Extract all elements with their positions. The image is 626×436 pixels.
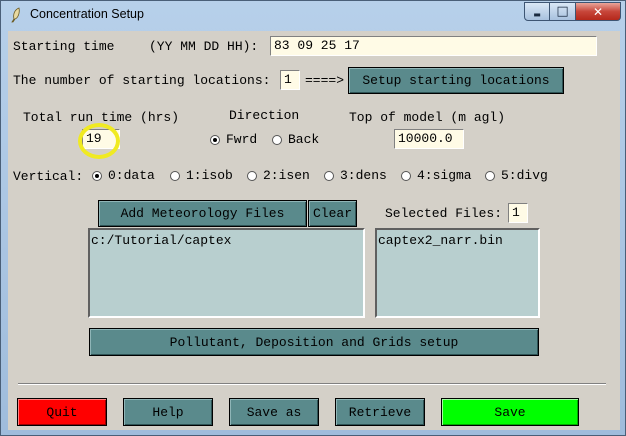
quit-button[interactable]: Quit: [17, 398, 107, 426]
top-model-input[interactable]: 10000.0: [394, 129, 464, 149]
radio-unselected-icon: [485, 170, 495, 181]
vertical-isen-radio[interactable]: 2:isen: [247, 168, 310, 183]
radio-unselected-icon: [247, 170, 257, 181]
quit-label: Quit: [46, 404, 78, 420]
vertical-option-label: 2:isen: [263, 168, 310, 183]
feather-icon: [11, 7, 20, 23]
separator: [18, 383, 606, 385]
locations-arrow: ====>: [305, 73, 345, 88]
minimize-icon: ▬: [533, 9, 541, 19]
save-button[interactable]: Save: [441, 398, 579, 426]
help-label: Help: [152, 404, 184, 420]
retrieve-button[interactable]: Retrieve: [335, 398, 425, 426]
vertical-data-radio[interactable]: 0:data: [92, 168, 155, 183]
direction-label: Direction: [229, 108, 300, 123]
top-model-label: Top of model (m agl): [349, 110, 506, 125]
start-time-input[interactable]: 83 09 25 17: [270, 36, 597, 56]
vertical-sigma-radio[interactable]: 4:sigma: [401, 168, 472, 183]
met-file-list[interactable]: captex2_narr.bin: [375, 228, 540, 318]
vertical-dens-radio[interactable]: 3:dens: [324, 168, 387, 183]
radio-unselected-icon: [401, 170, 411, 181]
add-met-files-button[interactable]: Add Meteorology Files: [98, 200, 307, 227]
vertical-option-label: 4:sigma: [417, 168, 472, 183]
title-bar[interactable]: Concentration Setup ▬ □ ✕: [1, 1, 626, 29]
radio-unselected-icon: [170, 170, 180, 181]
window-title: Concentration Setup: [30, 7, 144, 21]
setup-locations-button[interactable]: Setup starting locations: [348, 67, 564, 94]
minimize-button[interactable]: ▬: [524, 2, 550, 21]
save-as-button[interactable]: Save as: [229, 398, 319, 426]
direction-fwrd-radio[interactable]: Fwrd: [210, 132, 257, 147]
clear-button[interactable]: Clear: [308, 200, 357, 227]
pollutant-setup-label: Pollutant, Deposition and Grids setup: [169, 334, 459, 350]
radio-unselected-icon: [272, 134, 282, 145]
maximize-button[interactable]: □: [550, 2, 576, 21]
vertical-option-label: 3:dens: [340, 168, 387, 183]
start-time-label: Starting time: [13, 39, 115, 54]
start-time-format: (YY MM DD HH):: [149, 39, 259, 54]
vertical-label: Vertical:: [13, 169, 84, 184]
pollutant-setup-button[interactable]: Pollutant, Deposition and Grids setup: [89, 328, 539, 356]
close-icon: ✕: [592, 4, 604, 19]
client-area: Starting time (YY MM DD HH): 83 09 25 17…: [8, 31, 620, 430]
direction-back-radio[interactable]: Back: [272, 132, 319, 147]
selected-files-label: Selected Files:: [385, 206, 503, 221]
close-button[interactable]: ✕: [576, 2, 621, 21]
radio-selected-icon: [92, 170, 102, 181]
retrieve-label: Retrieve: [348, 404, 412, 420]
vertical-option-label: 1:isob: [186, 168, 233, 183]
met-directory-list[interactable]: c:/Tutorial/captex: [88, 228, 365, 318]
radio-selected-icon: [210, 134, 220, 145]
list-item[interactable]: c:/Tutorial/captex: [91, 233, 362, 248]
selected-files-count: 1: [508, 203, 528, 223]
setup-locations-label: Setup starting locations: [362, 73, 550, 88]
radio-unselected-icon: [324, 170, 334, 181]
highlight-circle: [78, 123, 120, 159]
direction-fwrd-label: Fwrd: [226, 132, 258, 147]
vertical-option-label: 5:divg: [501, 168, 548, 183]
save-as-label: Save as: [246, 404, 302, 420]
vertical-option-label: 0:data: [108, 168, 155, 183]
locations-count-input[interactable]: 1: [280, 70, 300, 90]
save-label: Save: [494, 404, 526, 420]
locations-label: The number of starting locations:: [13, 73, 271, 88]
add-met-files-label: Add Meteorology Files: [120, 206, 285, 221]
vertical-isob-radio[interactable]: 1:isob: [170, 168, 233, 183]
window-controls: ▬ □ ✕: [524, 2, 621, 21]
help-button[interactable]: Help: [123, 398, 213, 426]
maximize-icon: □: [556, 4, 569, 19]
vertical-divg-radio[interactable]: 5:divg: [485, 168, 548, 183]
clear-label: Clear: [312, 206, 352, 221]
list-item[interactable]: captex2_narr.bin: [378, 233, 537, 248]
application-window: Concentration Setup ▬ □ ✕ Starting time …: [0, 0, 626, 436]
direction-back-label: Back: [288, 132, 320, 147]
